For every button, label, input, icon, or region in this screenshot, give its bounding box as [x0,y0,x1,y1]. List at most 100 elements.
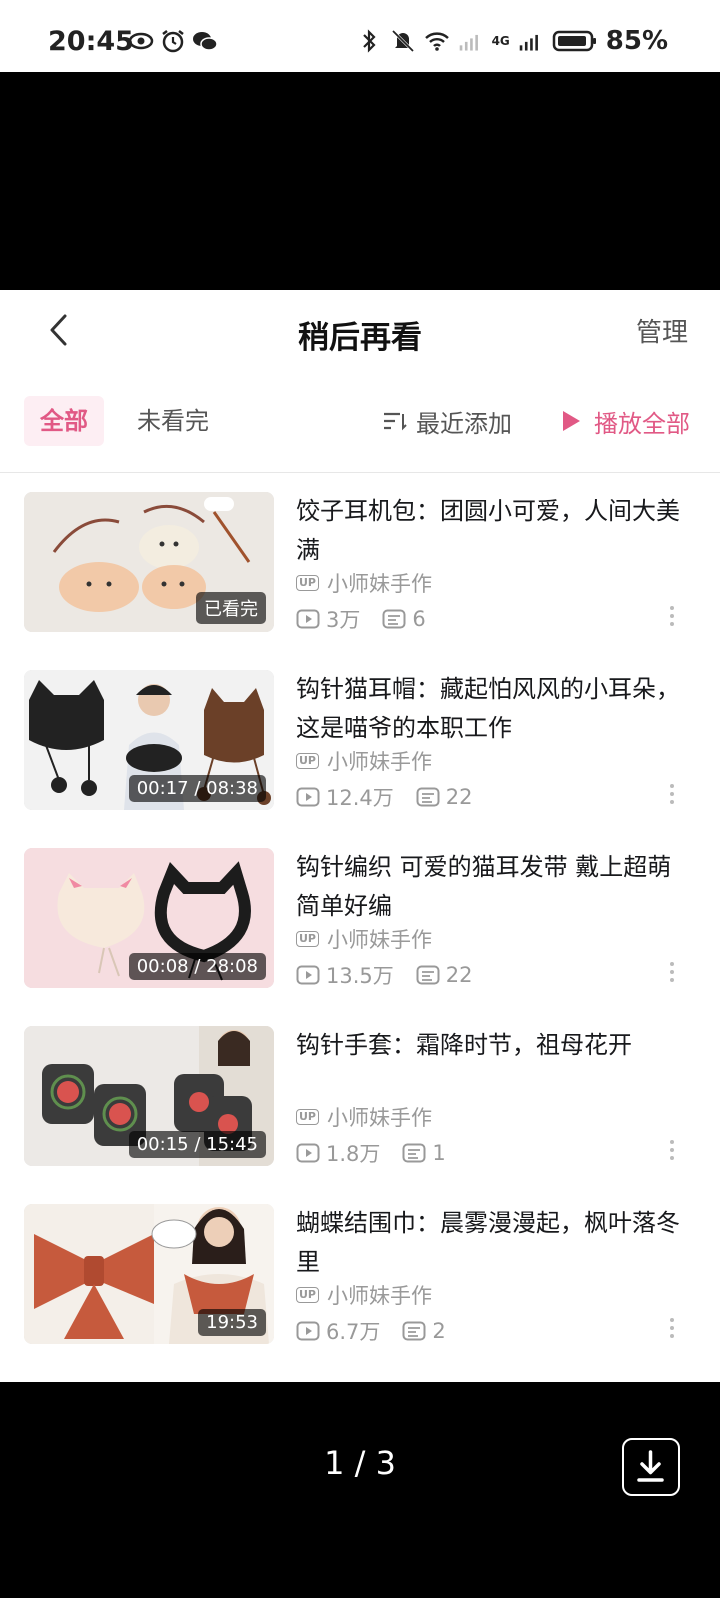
more-icon[interactable] [668,1316,676,1340]
more-icon[interactable] [668,782,676,806]
danmaku-icon [416,787,440,807]
download-icon [637,1450,664,1482]
video-item[interactable]: 00:08 / 28:08 钩针编织 可爱的猫耳发带 戴上超萌简单好编 UP 小… [0,848,720,990]
video-stats: 12.4万 22 [296,782,495,812]
danmaku-count: 1 [402,1141,446,1165]
uploader-name: 小师妹手作 [327,928,432,952]
play-count-icon [296,1143,320,1163]
video-stats: 3万 6 [296,604,448,634]
danmaku-count-value: 2 [432,1319,446,1343]
danmaku-icon [382,609,406,629]
view-count: 12.4万 [296,782,394,812]
up-tag: UP [296,1109,319,1125]
status-icons-left [128,28,218,54]
watched-badge: 已看完 [196,592,266,624]
video-title[interactable]: 钩针编织 可爱的猫耳发带 戴上超萌简单好编 [296,848,688,926]
video-title[interactable]: 蝴蝶结围巾：晨雾漫漫起，枫叶落冬里 [296,1204,688,1282]
video-title[interactable]: 饺子耳机包：团圆小可爱，人间大美满 [296,492,688,570]
wifi-icon [424,32,449,51]
danmaku-count-value: 22 [445,963,473,987]
download-button[interactable] [622,1438,680,1496]
filter-all-tab[interactable]: 全部 [24,396,104,446]
wechat-icon [193,32,218,51]
danmaku-count: 6 [382,607,426,631]
uploader-name: 小师妹手作 [327,1106,432,1130]
view-count-value: 13.5万 [326,964,394,988]
danmaku-icon [402,1143,426,1163]
play-count-icon [296,1321,320,1341]
more-icon[interactable] [668,1138,676,1162]
uploader[interactable]: UP 小师妹手作 [296,568,432,598]
video-item[interactable]: 00:17 / 08:38 钩针猫耳帽：藏起怕风风的小耳朵，这是喵爷的本职工作 … [0,670,720,812]
more-icon[interactable] [668,604,676,628]
progress-badge: 00:17 / 08:38 [128,775,266,802]
uploader-name: 小师妹手作 [327,1284,432,1308]
sort-button[interactable]: 最近添加 [382,396,512,446]
uploader[interactable]: UP 小师妹手作 [296,746,432,776]
video-title[interactable]: 钩针猫耳帽：藏起怕风风的小耳朵，这是喵爷的本职工作 [296,670,688,748]
danmaku-count: 22 [416,785,473,809]
image-viewer-bar: 1 / 3 [0,1382,720,1598]
uploader-name: 小师妹手作 [327,750,432,774]
video-item[interactable]: 已看完 饺子耳机包：团圆小可爱，人间大美满 UP 小师妹手作 3万 6 [0,492,720,634]
divider [0,472,720,473]
danmaku-icon [402,1321,426,1341]
video-stats: 1.8万 1 [296,1138,468,1168]
video-stats: 6.7万 2 [296,1316,468,1346]
eye-icon [128,32,154,50]
mute-icon [391,29,414,53]
view-count: 3万 [296,604,360,634]
page-counter: 1 / 3 [324,1444,396,1482]
danmaku-count-value: 1 [432,1141,446,1165]
danmaku-count: 2 [402,1319,446,1343]
play-count-icon [296,965,320,985]
filter-unfinished-tab[interactable]: 未看完 [137,396,209,446]
view-count-value: 1.8万 [326,1142,381,1166]
view-count: 13.5万 [296,960,394,990]
watch-later-screen: 稍后再看 管理 全部 未看完 最近添加 播放全部 已看完 饺子耳机包：团圆小可爱… [0,290,720,1382]
status-icons-right: 4G 85% [356,26,668,56]
play-count-icon [296,609,320,629]
uploader[interactable]: UP 小师妹手作 [296,1102,432,1132]
danmaku-count-value: 6 [412,607,426,631]
network-type: 4G [491,34,510,48]
battery-percent: 85% [605,26,668,56]
play-all-label: 播放全部 [594,409,690,438]
status-bar: 20:45 4G 85% [0,0,720,72]
video-thumbnail[interactable]: 已看完 [24,492,274,632]
video-title[interactable]: 钩针手套：霜降时节，祖母花开 [296,1026,688,1065]
duration-badge: 19:53 [198,1309,266,1336]
up-tag: UP [296,1287,319,1303]
alarm-icon [162,30,184,53]
view-count: 1.8万 [296,1138,380,1168]
filter-bar: 全部 未看完 最近添加 播放全部 [0,396,720,448]
video-stats: 13.5万 22 [296,960,495,990]
more-icon[interactable] [668,960,676,984]
manage-button[interactable]: 管理 [636,312,688,349]
bluetooth-icon [362,29,376,53]
play-count-icon [296,787,320,807]
uploader[interactable]: UP 小师妹手作 [296,1280,432,1310]
video-item[interactable]: 19:53 蝴蝶结围巾：晨雾漫漫起，枫叶落冬里 UP 小师妹手作 6.7万 2 [0,1204,720,1346]
uploader-name: 小师妹手作 [327,572,432,596]
play-icon [563,411,580,431]
up-tag: UP [296,575,319,591]
view-count: 6.7万 [296,1316,380,1346]
sort-label: 最近添加 [416,409,512,438]
view-count-value: 12.4万 [326,786,394,810]
page-title: 稍后再看 [298,320,422,356]
video-thumbnail[interactable]: 19:53 [24,1204,274,1344]
progress-badge: 00:08 / 28:08 [128,953,266,980]
video-item[interactable]: 00:15 / 15:45 钩针手套：霜降时节，祖母花开 UP 小师妹手作 1.… [0,1026,720,1168]
uploader[interactable]: UP 小师妹手作 [296,924,432,954]
video-thumbnail[interactable]: 00:08 / 28:08 [24,848,274,988]
status-time: 20:45 [48,26,134,57]
up-tag: UP [296,753,319,769]
view-count-value: 6.7万 [326,1320,381,1344]
signal-strong-icon [519,34,538,51]
play-all-button[interactable]: 播放全部 [560,396,690,446]
video-thumbnail[interactable]: 00:15 / 15:45 [24,1026,274,1166]
video-thumbnail[interactable]: 00:17 / 08:38 [24,670,274,810]
signal-icon [459,34,478,51]
danmaku-count-value: 22 [445,785,473,809]
